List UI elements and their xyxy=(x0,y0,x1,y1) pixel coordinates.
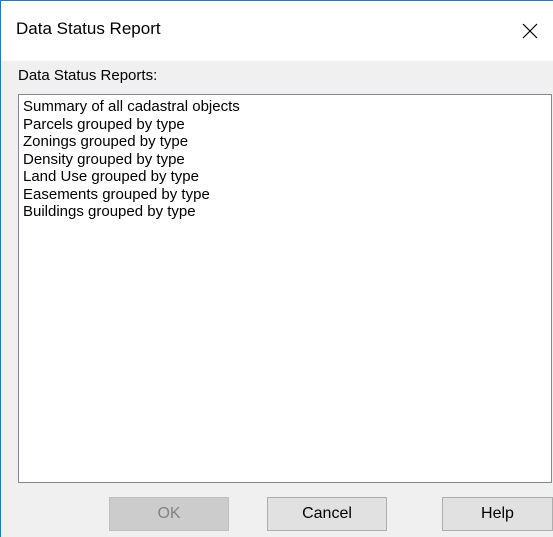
ok-button[interactable]: OK xyxy=(109,497,229,531)
window-title: Data Status Report xyxy=(16,19,161,38)
list-item-parcels[interactable]: Parcels grouped by type xyxy=(19,116,551,134)
cancel-button[interactable]: Cancel xyxy=(267,497,387,531)
list-item-density[interactable]: Density grouped by type xyxy=(19,151,551,169)
list-item-land-use[interactable]: Land Use grouped by type xyxy=(19,168,551,186)
list-item-summary[interactable]: Summary of all cadastral objects xyxy=(19,98,551,116)
list-item-buildings[interactable]: Buildings grouped by type xyxy=(19,203,551,221)
reports-list-label: Data Status Reports: xyxy=(18,67,158,84)
title-bar: Data Status Report xyxy=(1,1,553,61)
list-item-easements[interactable]: Easements grouped by type xyxy=(19,186,551,204)
close-button[interactable] xyxy=(507,1,553,61)
help-button[interactable]: Help xyxy=(442,497,553,531)
reports-listbox[interactable]: Summary of all cadastral objects Parcels… xyxy=(18,94,552,483)
list-item-zonings[interactable]: Zonings grouped by type xyxy=(19,133,551,151)
data-status-report-dialog: Data Status Report Data Status Reports: … xyxy=(0,0,553,537)
close-icon xyxy=(522,23,538,39)
